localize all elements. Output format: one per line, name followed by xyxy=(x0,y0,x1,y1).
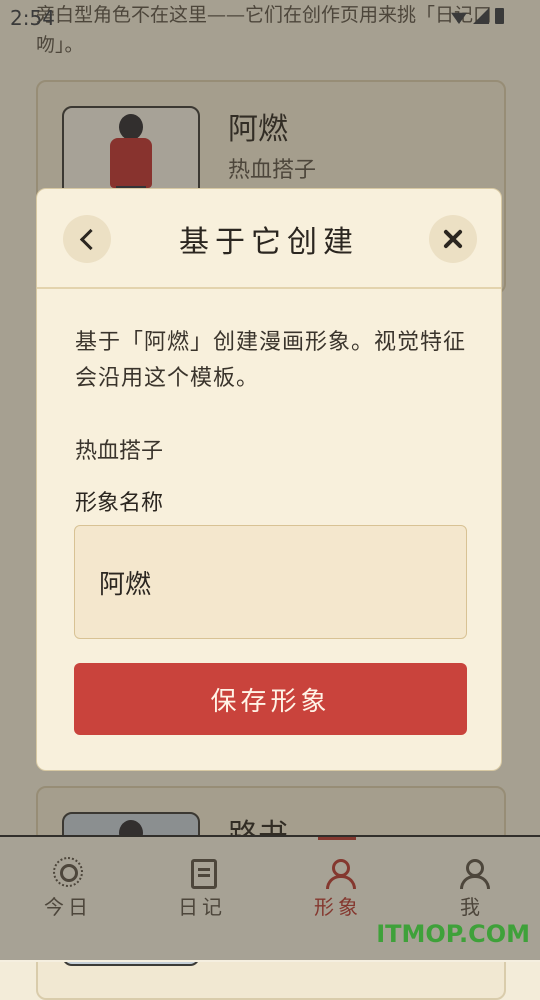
create-from-template-dialog: 基于它创建 基于「阿燃」创建漫画形象。视觉特征会沿用这个模板。 热血搭子 形象名… xyxy=(36,188,502,771)
watermark: ITMOP.COM xyxy=(376,920,530,948)
battery-icon xyxy=(495,8,504,24)
close-icon xyxy=(442,228,464,250)
wifi-icon xyxy=(451,12,467,24)
dialog-description: 基于「阿燃」创建漫画形象。视觉特征会沿用这个模板。 xyxy=(75,330,467,391)
save-button[interactable]: 保存形象 xyxy=(74,663,467,735)
name-field-label: 形象名称 xyxy=(75,491,164,516)
template-tag: 热血搭子 xyxy=(75,439,164,464)
dialog-header: 基于它创建 xyxy=(37,189,501,289)
status-icons xyxy=(451,8,504,24)
close-button[interactable] xyxy=(429,215,477,263)
signal-icon xyxy=(473,8,489,24)
name-input[interactable] xyxy=(74,525,467,639)
status-time: 2:54 xyxy=(10,6,55,30)
